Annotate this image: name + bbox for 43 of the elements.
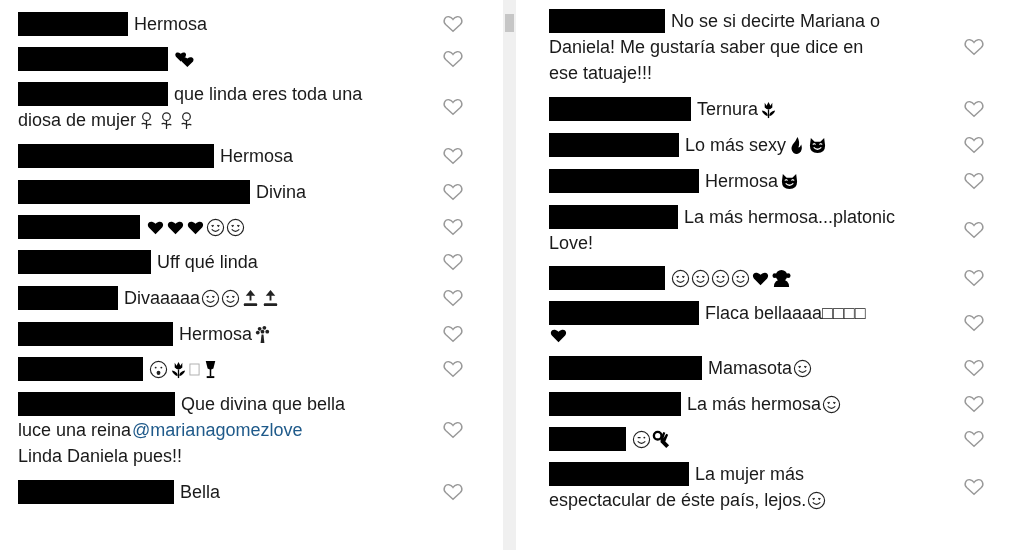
comment-text: Lo más sexy <box>685 134 787 157</box>
smiling-face-icon <box>711 268 730 288</box>
mention-link[interactable]: @marianagomezlove <box>132 417 303 443</box>
comment-text: Hermosa <box>705 170 779 193</box>
comment-text: ese tatuaje!!! <box>549 62 653 85</box>
comment-text: Daniela! Me gustaría saber que dice en <box>549 36 864 59</box>
comment-text: Mamasota <box>708 357 793 380</box>
comment-text: que linda eres toda una <box>174 83 363 106</box>
smiling-face-icon <box>807 490 827 510</box>
comment-text: Que divina que bella <box>181 393 346 416</box>
comment-text: luce una reina <box>18 419 132 442</box>
comment-text: Linda Daniela pues!! <box>18 445 183 468</box>
comment-text: Hermosa <box>134 13 208 36</box>
comment-text: Flaca bellaaaa□□□□ <box>705 302 866 325</box>
comment-text: No se si decirte Mariana o <box>671 10 881 33</box>
comment-text: diosa de mujer <box>18 109 137 132</box>
comment-text: espectacular de éste país, lejos. <box>549 489 807 512</box>
comment-text: La más hermosa <box>687 393 822 416</box>
missing-glyph-icon <box>189 361 200 377</box>
comment-text: Ternura <box>697 98 759 121</box>
tulip-icon <box>169 359 188 379</box>
smiling-face-icon <box>822 394 842 414</box>
comment-text: La mujer más <box>695 463 805 486</box>
comment-text: Divina <box>256 181 307 204</box>
comment-text: Bella <box>180 481 221 504</box>
smiling-face-icon <box>731 268 750 288</box>
monkey-icon <box>771 268 792 288</box>
smiling-face-icon <box>206 217 225 237</box>
winking-face-icon <box>632 429 651 449</box>
scrollbar-thumb[interactable] <box>505 14 514 32</box>
smiling-face-icon <box>226 217 245 237</box>
comment-text: La más hermosa...platonic <box>684 206 896 229</box>
comment-text: Uff qué linda <box>157 251 258 274</box>
comment-text: Hermosa <box>220 145 294 168</box>
comment-text: Divaaaaa <box>124 287 201 310</box>
smiling-face-icon <box>793 358 813 378</box>
comment-text: Love! <box>549 232 594 255</box>
comment-text: Hermosa <box>179 323 253 346</box>
smiling-face-icon <box>671 268 690 288</box>
smiling-face-icon <box>691 268 710 288</box>
smiling-face-icon <box>201 288 221 308</box>
smiling-face-icon <box>221 288 241 308</box>
surprised-face-icon <box>149 359 168 379</box>
